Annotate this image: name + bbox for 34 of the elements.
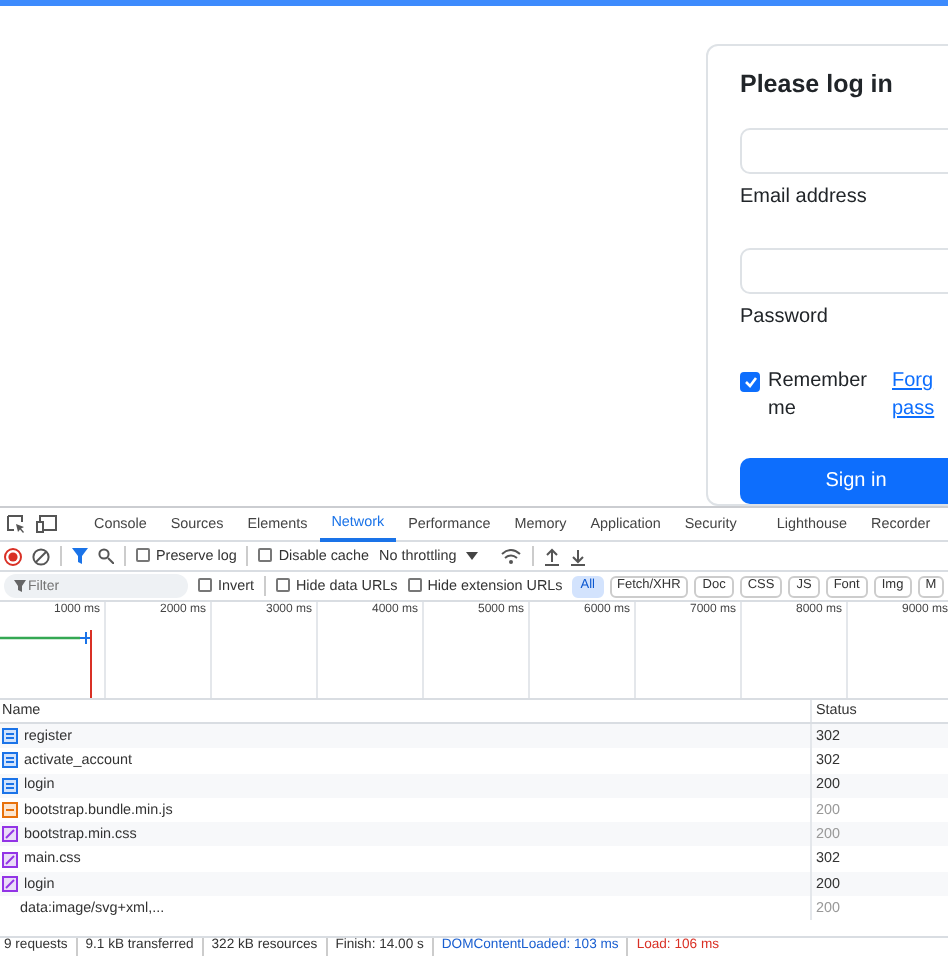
wifi-icon[interactable] [500, 548, 523, 564]
filter-icon[interactable] [72, 548, 88, 564]
stylesheet-icon [2, 875, 18, 892]
document-icon [2, 728, 18, 745]
download-icon[interactable] [570, 547, 587, 565]
inspect-icon[interactable] [6, 514, 26, 534]
remember-checkbox[interactable] [740, 371, 760, 392]
hide-extension-urls-checkbox[interactable] [407, 578, 422, 593]
filter-icon [14, 580, 26, 592]
script-icon [2, 802, 18, 819]
stylesheet-icon [2, 851, 18, 868]
caret-icon[interactable] [466, 552, 479, 560]
stylesheet-icon [2, 826, 18, 843]
form-title: Please log in [740, 68, 895, 102]
disable-cache-checkbox[interactable] [258, 548, 273, 563]
check-icon [743, 375, 757, 388]
waterfall-overview-drawing [0, 630, 96, 698]
search-icon[interactable] [98, 548, 114, 564]
document-icon [2, 777, 18, 794]
upload-icon[interactable] [544, 547, 561, 565]
password-field[interactable] [740, 247, 948, 294]
email-field[interactable] [740, 127, 948, 174]
invert-checkbox[interactable] [198, 578, 212, 593]
document-icon [2, 752, 18, 769]
field-label: Email address [740, 183, 869, 212]
field-label: Password [740, 303, 830, 332]
device-toolbar-icon[interactable] [36, 514, 58, 534]
remember-label: Remember me [768, 367, 869, 425]
hide-data-urls-checkbox[interactable] [275, 578, 290, 593]
sign-in-button[interactable]: Sign in [740, 457, 948, 504]
preserve-log-checkbox[interactable] [136, 548, 150, 563]
clear-icon[interactable] [32, 547, 50, 565]
forgot-password-link[interactable]: Forg pass [892, 367, 935, 426]
record-icon[interactable] [4, 547, 22, 565]
